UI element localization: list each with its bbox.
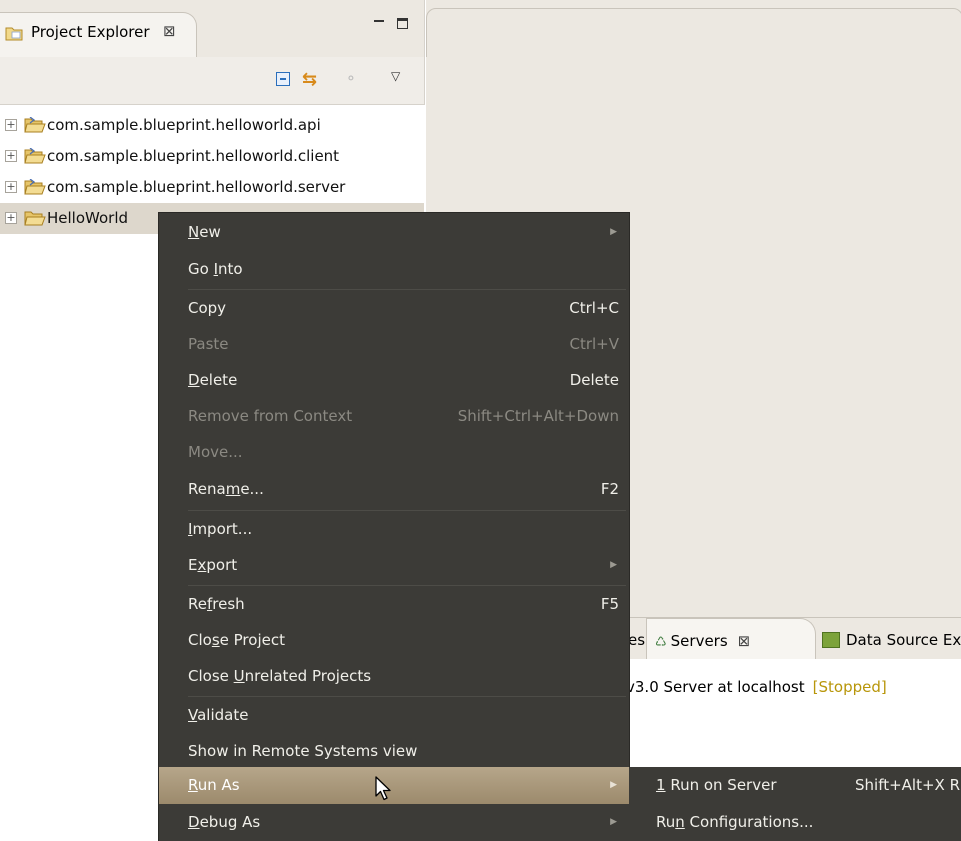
menu-item-label: Rename... [188, 480, 264, 498]
menu-item-label: Move... [188, 443, 243, 461]
tree-item-server[interactable]: + com.sample.blueprint.helloworld.server [0, 172, 424, 203]
menu-item-label: Validate [188, 706, 249, 724]
open-project-icon [24, 179, 46, 195]
menu-accelerator: Shift+Ctrl+Alt+Down [457, 407, 619, 425]
menu-item-run-as[interactable]: Run As ▶ [159, 767, 629, 804]
menu-item-remove-from-context: Remove from Context Shift+Ctrl+Alt+Down [159, 398, 629, 435]
menu-accelerator: F5 [600, 595, 619, 613]
collapse-all-icon[interactable] [276, 72, 290, 86]
menu-item-close-unrelated-projects[interactable]: Close Unrelated Projects [159, 658, 629, 695]
menu-item-refresh[interactable]: Refresh F5 [159, 586, 629, 623]
submenu-item-run-configurations[interactable]: Run Configurations... [629, 804, 961, 841]
tree-item-label: com.sample.blueprint.helloworld.client [47, 147, 340, 165]
menu-item-delete[interactable]: Delete Delete [159, 362, 629, 399]
open-project-icon [24, 148, 46, 164]
tab-properties-partial[interactable]: es [628, 618, 645, 660]
submenu-arrow-icon: ▶ [610, 227, 617, 237]
menu-item-rename[interactable]: Rename... F2 [159, 471, 629, 508]
tab-data-source-explorer[interactable]: Data Source Expl [822, 618, 961, 660]
expand-icon[interactable]: + [5, 119, 17, 131]
mouse-pointer-icon [375, 776, 391, 801]
menu-item-paste: Paste Ctrl+V [159, 326, 629, 363]
tree-item-label: HelloWorld [47, 209, 129, 227]
menu-item-label: Close Project [188, 631, 285, 649]
open-project-icon [24, 117, 46, 133]
project-explorer-icon [5, 27, 23, 41]
tree-item-api[interactable]: + com.sample.blueprint.helloworld.api [0, 110, 424, 141]
menu-item-label: Copy [188, 299, 227, 317]
menu-item-label: Delete [188, 371, 238, 389]
server-entry[interactable]: v3.0 Server at localhost [Stopped] [626, 678, 887, 696]
menu-accelerator: Ctrl+C [569, 299, 619, 317]
editor-tab-bar [426, 8, 961, 58]
data-source-icon [822, 632, 840, 648]
menu-item-close-project[interactable]: Close Project [159, 622, 629, 659]
menu-item-copy[interactable]: Copy Ctrl+C [159, 290, 629, 327]
servers-icon: ♺ [655, 635, 667, 650]
submenu-item-run-on-server[interactable]: 1 Run on Server Shift+Alt+X R [629, 767, 961, 804]
server-status: [Stopped] [812, 678, 887, 696]
submenu-arrow-icon: ▶ [610, 780, 617, 790]
project-explorer-toolbar: ⇆ ⚬ ▽ [0, 57, 425, 105]
view-menu-icon[interactable]: ▽ [391, 69, 400, 83]
close-tab-icon[interactable]: ⊠ [738, 632, 751, 650]
project-explorer-header: Project Explorer ⊠ [0, 0, 425, 59]
menu-item-validate[interactable]: Validate [159, 697, 629, 734]
menu-item-debug-as[interactable]: Debug As ▶ [159, 804, 629, 841]
run-as-submenu: 1 Run on Server Shift+Alt+X R Run Config… [629, 767, 961, 841]
menu-item-export[interactable]: Export ▶ [159, 547, 629, 584]
menu-item-move: Move... [159, 434, 629, 471]
link-with-editor-icon[interactable]: ⇆ [302, 69, 317, 90]
submenu-item-label: Run Configurations... [656, 813, 814, 831]
context-menu: New ▶ Go Into Copy Ctrl+C Paste Ctrl+V D… [159, 213, 629, 841]
close-tab-icon[interactable]: ⊠ [163, 22, 176, 40]
submenu-arrow-icon: ▶ [610, 817, 617, 827]
filter-icon: ⚬ [345, 71, 357, 87]
menu-item-label: Export [188, 556, 238, 574]
submenu-item-label: 1 Run on Server [656, 776, 777, 794]
submenu-arrow-icon: ▶ [610, 560, 617, 570]
minimize-icon[interactable] [374, 20, 384, 22]
menu-item-import[interactable]: Import... [159, 511, 629, 548]
menu-accelerator: Shift+Alt+X R [855, 776, 961, 794]
menu-item-label: Go Into [188, 260, 243, 278]
menu-item-label: New [188, 223, 221, 241]
tree-item-client[interactable]: + com.sample.blueprint.helloworld.client [0, 141, 424, 172]
servers-tab-label: Servers [670, 632, 728, 650]
tab-servers[interactable]: ♺ Servers ⊠ [646, 618, 816, 661]
menu-item-label: Run As [188, 776, 240, 794]
project-explorer-title: Project Explorer [31, 23, 150, 41]
menu-accelerator: F2 [600, 480, 619, 498]
menu-item-label: Remove from Context [188, 407, 353, 425]
expand-icon[interactable]: + [5, 212, 17, 224]
menu-item-new[interactable]: New ▶ [159, 214, 629, 251]
maximize-icon[interactable] [397, 18, 408, 29]
expand-icon[interactable]: + [5, 181, 17, 193]
menu-item-label: Paste [188, 335, 229, 353]
datasource-tab-label: Data Source Expl [846, 631, 961, 649]
menu-item-label: Debug As [188, 813, 261, 831]
tree-item-label: com.sample.blueprint.helloworld.api [47, 116, 321, 134]
expand-icon[interactable]: + [5, 150, 17, 162]
menu-item-show-in-remote-systems[interactable]: Show in Remote Systems view [159, 733, 629, 770]
open-folder-icon [24, 211, 46, 226]
menu-item-label: Import... [188, 520, 253, 538]
menu-accelerator: Delete [569, 371, 619, 389]
menu-item-label: Refresh [188, 595, 245, 613]
project-explorer-tab[interactable]: Project Explorer ⊠ [0, 12, 197, 59]
menu-item-label: Show in Remote Systems view [188, 742, 418, 760]
server-name: v3.0 Server at localhost [626, 678, 805, 696]
tree-item-label: com.sample.blueprint.helloworld.server [47, 178, 346, 196]
menu-item-go-into[interactable]: Go Into [159, 251, 629, 288]
menu-accelerator: Ctrl+V [569, 335, 619, 353]
menu-item-label: Close Unrelated Projects [188, 667, 372, 685]
